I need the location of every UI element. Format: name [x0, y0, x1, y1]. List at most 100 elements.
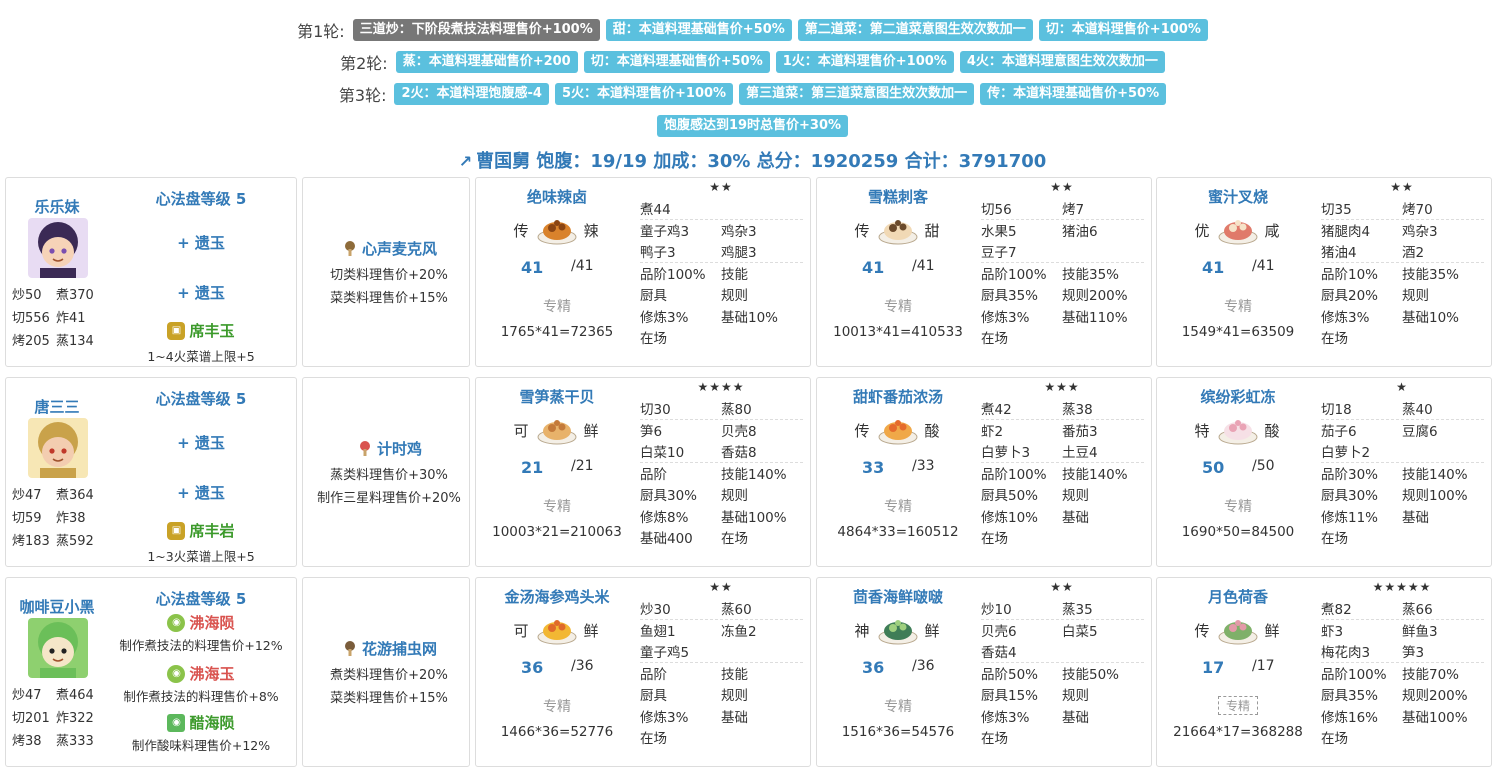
scallop-dish-icon[interactable]	[536, 410, 578, 446]
recipe-name[interactable]: 茴香海鲜啵啵	[817, 586, 979, 607]
recipe-quantity-input[interactable]: 50	[1202, 458, 1224, 477]
equipment-name[interactable]: 计时鸡	[303, 438, 475, 461]
recipe-detail-row: 品阶 技能140%	[640, 463, 803, 484]
recipe-detail-value: 鲜鱼3	[1402, 623, 1438, 640]
recipe-detail-row: 厨具35% 规则200%	[981, 284, 1144, 305]
jade-name[interactable]: ◉ 沸海玉	[167, 663, 235, 684]
chef-avatar[interactable]	[28, 218, 88, 278]
equipment-card[interactable]: 心声麦克风 切类料理售价+20% 菜类料理售价+15%	[302, 177, 470, 367]
recipe-name[interactable]: 缤纷彩虹冻	[1157, 386, 1319, 407]
add-jade-button[interactable]: + 遗玉	[177, 284, 225, 302]
recipe-detail-value: 基础	[1062, 509, 1089, 526]
specialty-button[interactable]: 专精	[476, 496, 638, 516]
recipe-name[interactable]: 月色荷香	[1157, 586, 1319, 607]
recipe-max-quantity: /36	[571, 658, 594, 674]
specialty-button[interactable]: 专精	[1157, 296, 1319, 316]
pork-dish-icon[interactable]	[1217, 210, 1259, 246]
chef-avatar[interactable]	[28, 418, 88, 478]
icecream-dish-icon[interactable]	[877, 210, 919, 246]
recipe-name[interactable]: 蜜汁叉烧	[1157, 186, 1319, 207]
recipe-detail-value: 厨具30%	[640, 488, 698, 504]
recipe-detail-value: 切30	[640, 402, 671, 418]
equipment-card[interactable]: 计时鸡 蒸类料理售价+30% 制作三星料理售价+20%	[302, 377, 470, 567]
heart-disk-slot[interactable]: ◉ 沸海陨 制作煮技法的料理售价+12%	[106, 612, 296, 654]
recipe-detail-value: 蒸80	[721, 402, 752, 418]
recipe-detail-value: 在场	[1321, 531, 1348, 547]
jade-name[interactable]: ◉ 沸海陨	[167, 612, 235, 633]
recipe-max-quantity: /41	[1252, 258, 1275, 274]
add-jade-button[interactable]: + 遗玉	[177, 234, 225, 252]
recipe-name[interactable]: 绝味辣卤	[476, 186, 638, 207]
specialty-button[interactable]: 专精	[1218, 696, 1258, 715]
equipment-name[interactable]: 花游捕虫网	[303, 638, 475, 661]
chef-name[interactable]: 咖啡豆小黑	[6, 596, 108, 617]
recipe-detail-row: 炒10 蒸35	[981, 598, 1144, 619]
recipe-quantity-input[interactable]: 41	[862, 258, 884, 277]
add-jade-button[interactable]: + 遗玉	[177, 484, 225, 502]
equipment-label: 心声麦克风	[361, 240, 437, 258]
recipe-detail-value	[721, 641, 802, 662]
recipe-detail-row: 修炼16% 基础100%	[1321, 706, 1484, 727]
soup-dish-icon[interactable]	[877, 410, 919, 446]
heart-disk-slot[interactable]: ◉ 醋海陨 制作酸味料理售价+12%	[106, 712, 296, 754]
specialty-button[interactable]: 专精	[817, 496, 979, 516]
recipe-detail-value: 修炼10%	[981, 509, 1039, 526]
heart-disk-slot[interactable]: ▣ 席丰玉	[106, 320, 296, 341]
specialty-button[interactable]: 专精	[476, 696, 638, 716]
recipe-detail-value: 基础400	[640, 531, 693, 547]
recipe-quantity-input[interactable]: 17	[1202, 658, 1224, 677]
recipe-detail-row: 修炼10% 基础	[981, 506, 1144, 527]
recipe-quantity-input[interactable]: 41	[1202, 258, 1224, 277]
chef-avatar[interactable]	[28, 618, 88, 678]
recipe-detail-row: 修炼3% 基础10%	[1321, 306, 1484, 327]
jelly-dish-icon[interactable]	[1217, 410, 1259, 446]
jade-name[interactable]: ◉ 醋海陨	[167, 712, 235, 733]
round-rule-tag: 饱腹感达到19时总售价+30%	[656, 115, 849, 137]
recipe-quantity-input[interactable]: 36	[521, 658, 543, 677]
recipe-detail-row: 笋6 贝壳8	[640, 420, 803, 441]
chef-name[interactable]: 乐乐妹	[6, 196, 108, 217]
heart-disk-slot[interactable]: ◉ 沸海玉 制作煮技法的料理售价+8%	[106, 663, 296, 705]
equipment-card[interactable]: 花游捕虫网 煮类料理售价+20% 菜类料理售价+15%	[302, 577, 470, 767]
recipe-detail-value: 土豆4	[1062, 445, 1098, 461]
golden-soup-dish-icon[interactable]	[536, 610, 578, 646]
jade-name[interactable]: ▣ 席丰玉	[167, 320, 235, 341]
heart-disk-slot[interactable]: + 遗玉	[106, 432, 296, 453]
heart-disk-slot[interactable]: + 遗玉	[106, 482, 296, 503]
recipe-detail-value: 切18	[1321, 402, 1352, 418]
jade-label: 沸海陨	[189, 614, 235, 632]
round-rule-tag: 切：本道料理售价+100%	[1038, 19, 1208, 41]
heart-disk-slot[interactable]: + 遗玉	[106, 232, 296, 253]
recipe-detail-value: 规则	[721, 288, 748, 304]
braised-dish-icon[interactable]	[536, 210, 578, 246]
recipe-quantity-input[interactable]: 21	[521, 458, 543, 477]
specialty-button[interactable]: 专精	[476, 296, 638, 316]
heart-disk-slot[interactable]: + 遗玉	[106, 282, 296, 303]
recipe-name[interactable]: 甜虾番茄浓汤	[817, 386, 979, 407]
recipe-name[interactable]: 金汤海参鸡头米	[476, 586, 638, 607]
seafood-bowl-icon[interactable]	[877, 610, 919, 646]
recipe-detail-value: 白萝卜3	[981, 445, 1031, 461]
recipe-quantity-input[interactable]: 41	[521, 258, 543, 277]
specialty-button[interactable]: 专精	[817, 696, 979, 716]
recipe-detail-value: 猪腿肉4	[1321, 223, 1371, 240]
recipe-quantity-input[interactable]: 33	[862, 458, 884, 477]
recipe-detail-row: 厨具50% 规则	[981, 484, 1144, 505]
recipe-detail-value	[1402, 327, 1483, 348]
chef-name[interactable]: 唐三三	[6, 396, 108, 417]
specialty-button[interactable]: 专精	[1157, 496, 1319, 516]
round-rule-tag: 蒸：本道料理基础售价+200	[395, 51, 578, 73]
jade-name[interactable]: ▣ 席丰岩	[167, 520, 235, 541]
recipe-name[interactable]: 雪笋蒸干贝	[476, 386, 638, 407]
recipe-name[interactable]: 雪糕刺客	[817, 186, 979, 207]
specialty-button[interactable]: 专精	[817, 296, 979, 316]
add-jade-button[interactable]: + 遗玉	[177, 434, 225, 452]
chef-skill-stat: 蒸333	[56, 734, 94, 749]
microphone-icon	[341, 239, 359, 261]
lotus-dish-icon[interactable]	[1217, 610, 1259, 646]
recipe-quantity-input[interactable]: 36	[862, 658, 884, 677]
equipment-name[interactable]: 心声麦克风	[303, 238, 475, 261]
recipe-detail-value: 蒸60	[721, 602, 752, 618]
heart-disk-slot[interactable]: ▣ 席丰岩	[106, 520, 296, 541]
recipe-detail-row: 白菜10 香菇8	[640, 441, 803, 462]
